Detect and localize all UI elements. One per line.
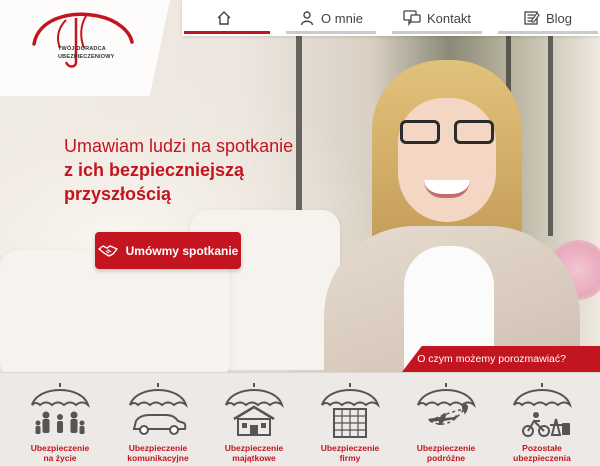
nav-blog[interactable]: Blog (498, 0, 598, 36)
car-umbrella-icon (129, 383, 188, 435)
chat-icon (403, 10, 421, 26)
nav-home[interactable] (184, 0, 270, 36)
category-life-label: Ubezpieczenie na życie (12, 443, 108, 463)
category-label-line1: Ubezpieczenie (30, 443, 90, 453)
headline-line1: Umawiam ludzi na spotkanie (64, 136, 294, 156)
plane-umbrella-icon (417, 383, 476, 425)
nav-about[interactable]: O mnie (286, 0, 376, 36)
category-travel[interactable]: Ubezpieczenie podróżne (396, 373, 496, 466)
category-motor[interactable]: Ubezpieczenie komunikacyjne (108, 373, 208, 466)
category-travel-label: Ubezpieczenie podróżne (398, 443, 494, 463)
umbrella-logo-icon (32, 12, 134, 68)
category-other[interactable]: Pozostałe ubezpieczenia (492, 373, 592, 466)
category-life[interactable]: Ubezpieczenie na życie (10, 373, 110, 466)
category-property-label: Ubezpieczenie majątkowe (206, 443, 302, 463)
nav-contact[interactable]: Kontakt (392, 0, 482, 36)
nav-blog-label: Blog (545, 10, 573, 26)
handshake-icon (97, 244, 118, 257)
category-business-label: Ubezpieczenie firmy (302, 443, 398, 463)
advisor-photo (300, 40, 600, 372)
topics-ribbon[interactable]: O czym możemy porozmawiać? (402, 346, 600, 372)
nav-about-label: O mnie (321, 10, 363, 26)
category-label-line1: Ubezpieczenie (224, 443, 284, 453)
logo[interactable]: TWÓJ DORADCA UBEZPIECZENIOWY (28, 6, 138, 76)
hero-headline: Umawiam ludzi na spotkanie z ich bezpiec… (64, 134, 324, 206)
headline-line3: przyszłością (64, 184, 172, 204)
nav-contact-label: Kontakt (426, 10, 472, 26)
user-icon (300, 11, 314, 26)
book-meeting-label: Umówmy spotkanie (125, 243, 239, 258)
house-umbrella-icon (225, 383, 284, 436)
category-label-line1: Ubezpieczenie (416, 443, 476, 453)
family-umbrella-icon (31, 383, 90, 434)
category-label-line2: firmy (339, 453, 361, 463)
blog-icon (524, 11, 540, 25)
category-other-label: Pozostałe ubezpieczenia (494, 443, 590, 463)
main-menu: O mnie Kontakt Blog (182, 0, 600, 36)
category-motor-label: Ubezpieczenie komunikacyjne (110, 443, 206, 463)
logo-text-line2: UBEZPIECZENIOWY (58, 54, 115, 60)
headline-line2: z ich bezpieczniejszą (64, 160, 245, 180)
category-label-line2: majątkowe (232, 453, 276, 463)
topics-ribbon-label: O czym możemy porozmawiać? (417, 353, 566, 365)
building-umbrella-icon (321, 383, 380, 438)
logo-text-line1: TWÓJ DORADCA (58, 46, 106, 52)
category-property[interactable]: Ubezpieczenie majątkowe (204, 373, 304, 466)
book-meeting-button[interactable]: Umówmy spotkanie (95, 232, 241, 269)
category-label-line2: na życie (43, 453, 77, 463)
category-label-line2: podróżne (426, 453, 466, 463)
category-label-line2: ubezpieczenia (513, 453, 571, 463)
home-icon (217, 11, 231, 25)
category-label-line1: Ubezpieczenie (320, 443, 380, 453)
misc-umbrella-icon (513, 383, 572, 437)
insurance-categories: Ubezpieczenie na życie Ubezpieczenie kom… (0, 372, 600, 466)
category-label-line1: Pozostałe (522, 443, 562, 453)
category-label-line2: komunikacyjne (127, 453, 189, 463)
category-business[interactable]: Ubezpieczenie firmy (300, 373, 400, 466)
category-label-line1: Ubezpieczenie (128, 443, 188, 453)
